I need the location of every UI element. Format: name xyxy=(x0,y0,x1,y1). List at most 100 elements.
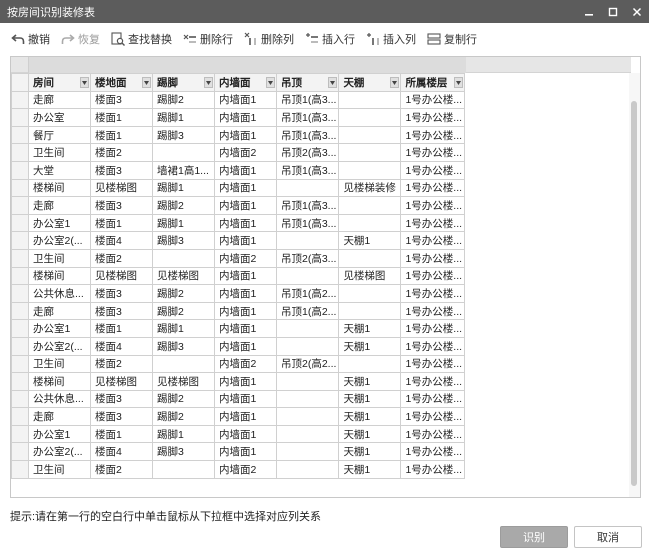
table-cell[interactable] xyxy=(275,389,340,409)
table-cell[interactable]: 1号办公楼... xyxy=(400,301,466,321)
table-cell[interactable]: 天棚1 xyxy=(338,460,402,479)
table-cell[interactable]: 吊顶1(高3... xyxy=(275,108,340,127)
row-header[interactable] xyxy=(11,460,29,479)
table-cell[interactable]: 楼面4 xyxy=(90,336,153,356)
table-cell[interactable]: 餐厅 xyxy=(28,125,91,145)
table-row[interactable]: 走廊 楼面3 踢脚2 内墙面1 吊顶1(高3... 1号办公楼... xyxy=(11,196,466,215)
table-cell[interactable]: 踢脚2 xyxy=(152,284,215,303)
table-cell[interactable]: 1号办公楼... xyxy=(400,143,466,162)
table-cell[interactable]: 吊顶1(高2... xyxy=(275,301,340,321)
column-dropdown[interactable] xyxy=(204,77,213,88)
table-cell[interactable]: 内墙面1 xyxy=(214,90,277,110)
table-cell[interactable]: 1号办公楼... xyxy=(400,389,466,409)
column-dropdown[interactable] xyxy=(328,77,338,88)
close-button[interactable] xyxy=(625,0,649,23)
table-cell[interactable]: 1号办公楼... xyxy=(400,284,466,303)
table-cell[interactable]: 内墙面1 xyxy=(214,178,277,198)
table-cell[interactable]: 内墙面2 xyxy=(214,460,277,479)
row-header[interactable] xyxy=(11,336,29,356)
table-cell[interactable]: 吊顶1(高3... xyxy=(275,125,340,145)
table-cell[interactable]: 内墙面1 xyxy=(214,125,277,145)
table-cell[interactable]: 楼面3 xyxy=(90,407,153,426)
table-cell[interactable]: 楼面3 xyxy=(90,196,153,215)
table-cell[interactable]: 吊顶1(高3... xyxy=(275,90,340,110)
column-header[interactable]: 踢脚 xyxy=(152,73,215,92)
table-cell[interactable] xyxy=(275,442,340,462)
table-cell[interactable]: 卫生间 xyxy=(28,143,91,162)
table-cell[interactable] xyxy=(338,248,402,268)
table-cell[interactable]: 见楼梯图 xyxy=(90,266,153,286)
table-cell[interactable]: 楼面3 xyxy=(90,301,153,321)
table-cell[interactable] xyxy=(275,460,340,479)
delete-column-button[interactable]: 删除列 xyxy=(243,29,294,49)
table-cell[interactable]: 楼面2 xyxy=(90,143,153,162)
scrollbar-thumb[interactable] xyxy=(631,101,637,486)
table-cell[interactable]: 踢脚3 xyxy=(152,336,215,356)
row-header[interactable] xyxy=(11,90,29,110)
table-cell[interactable]: 楼梯间 xyxy=(28,372,91,391)
table-cell[interactable]: 楼面1 xyxy=(90,108,153,127)
table-cell[interactable]: 天棚1 xyxy=(338,389,402,409)
table-cell[interactable]: 1号办公楼... xyxy=(400,248,466,268)
table-cell[interactable]: 1号办公楼... xyxy=(400,424,466,444)
table-cell[interactable]: 内墙面2 xyxy=(214,354,277,374)
table-row[interactable]: 办公室1 楼面1 踢脚1 内墙面1 天棚1 1号办公楼... xyxy=(11,319,466,338)
table-cell[interactable]: 天棚1 xyxy=(338,442,402,462)
table-cell[interactable]: 内墙面1 xyxy=(214,160,277,180)
table-cell[interactable]: 1号办公楼... xyxy=(400,319,466,338)
table-cell[interactable]: 1号办公楼... xyxy=(400,125,466,145)
table-cell[interactable]: 1号办公楼... xyxy=(400,407,466,426)
table-cell[interactable]: 吊顶1(高3... xyxy=(275,213,340,233)
table-row[interactable]: 楼梯间 见楼梯图 见楼梯图 内墙面1 见楼梯图 1号办公楼... xyxy=(11,266,466,286)
table-cell[interactable]: 楼面3 xyxy=(90,160,153,180)
table-cell[interactable]: 天棚1 xyxy=(338,336,402,356)
column-header[interactable]: 吊顶 xyxy=(275,73,340,92)
table-cell[interactable]: 内墙面1 xyxy=(214,424,277,444)
row-header[interactable] xyxy=(11,372,29,391)
cancel-button[interactable]: 取消 xyxy=(574,526,642,548)
table-row[interactable]: 办公室2(... 楼面4 踢脚3 内墙面1 天棚1 1号办公楼... xyxy=(11,336,466,356)
table-cell[interactable]: 1号办公楼... xyxy=(400,372,466,391)
table-cell[interactable]: 走廊 xyxy=(28,196,91,215)
table-row[interactable]: 大堂 楼面3 墙裙1高1... 内墙面1 吊顶1(高3... 1号办公楼... xyxy=(11,160,466,180)
row-header[interactable] xyxy=(11,266,29,286)
table-cell[interactable]: 内墙面1 xyxy=(214,108,277,127)
table-cell[interactable] xyxy=(338,213,402,233)
table-cell[interactable]: 吊顶1(高3... xyxy=(275,160,340,180)
delete-row-button[interactable]: 删除行 xyxy=(182,29,233,49)
table-cell[interactable]: 1号办公楼... xyxy=(400,213,466,233)
row-header[interactable] xyxy=(11,213,29,233)
table-row[interactable]: 办公室2(... 楼面4 踢脚3 内墙面1 天棚1 1号办公楼... xyxy=(11,442,466,462)
table-cell[interactable] xyxy=(338,108,402,127)
table-row[interactable]: 走廊 楼面3 踢脚2 内墙面1 吊顶1(高2... 1号办公楼... xyxy=(11,301,466,321)
table-cell[interactable]: 踢脚3 xyxy=(152,231,215,250)
table-cell[interactable]: 踢脚1 xyxy=(152,213,215,233)
table-cell[interactable]: 天棚1 xyxy=(338,231,402,250)
table-cell[interactable] xyxy=(275,178,340,198)
table-cell[interactable]: 走廊 xyxy=(28,301,91,321)
table-cell[interactable] xyxy=(338,284,402,303)
table-row[interactable]: 卫生间 楼面2 内墙面2 吊顶2(高3... 1号办公楼... xyxy=(11,248,466,268)
table-cell[interactable]: 走廊 xyxy=(28,90,91,110)
table-cell[interactable]: 见楼梯装修 xyxy=(338,178,402,198)
table-cell[interactable] xyxy=(275,266,340,286)
table-row[interactable]: 楼梯间 见楼梯图 见楼梯图 内墙面1 天棚1 1号办公楼... xyxy=(11,372,466,391)
column-dropdown[interactable] xyxy=(390,77,400,88)
column-dropdown[interactable] xyxy=(142,77,151,88)
table-cell[interactable]: 见楼梯图 xyxy=(90,372,153,391)
table-cell[interactable] xyxy=(152,354,215,374)
table-cell[interactable] xyxy=(275,424,340,444)
insert-row-button[interactable]: 插入行 xyxy=(304,29,355,49)
table-cell[interactable]: 内墙面1 xyxy=(214,231,277,250)
column-header[interactable]: 天棚 xyxy=(338,73,402,92)
table-cell[interactable]: 踢脚3 xyxy=(152,125,215,145)
insert-column-button[interactable]: 插入列 xyxy=(365,29,416,49)
table-row[interactable]: 办公室1 楼面1 踢脚1 内墙面1 天棚1 1号办公楼... xyxy=(11,424,466,444)
table-row[interactable]: 楼梯间 见楼梯图 踢脚1 内墙面1 见楼梯装修 1号办公楼... xyxy=(11,178,466,198)
table-cell[interactable]: 1号办公楼... xyxy=(400,108,466,127)
table-cell[interactable]: 办公室1 xyxy=(28,213,91,233)
table-row[interactable]: 公共休息... 楼面3 踢脚2 内墙面1 吊顶1(高2... 1号办公楼... xyxy=(11,284,466,303)
table-cell[interactable]: 内墙面1 xyxy=(214,372,277,391)
table-cell[interactable]: 踢脚1 xyxy=(152,424,215,444)
row-header[interactable] xyxy=(11,284,29,303)
